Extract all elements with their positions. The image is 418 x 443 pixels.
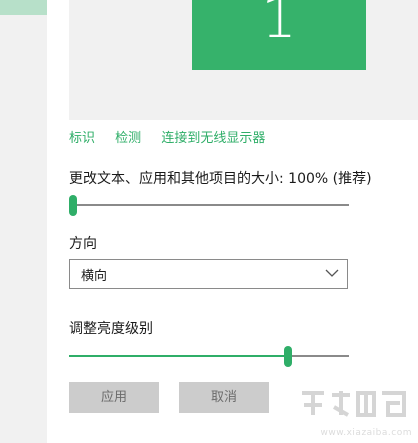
brightness-label: 调整亮度级别: [69, 321, 153, 337]
detect-link[interactable]: 检测: [115, 131, 141, 146]
scale-label: 更改文本、应用和其他项目的大小: 100% (推荐): [69, 171, 372, 187]
scale-slider-rail: [69, 204, 349, 206]
display-links: 标识 检测 连接到无线显示器: [69, 127, 281, 146]
display-preview: 1: [69, 0, 418, 120]
brightness-slider-fill: [69, 355, 288, 357]
apply-button[interactable]: 应用: [69, 382, 159, 413]
orientation-dropdown[interactable]: 横向: [69, 259, 348, 289]
watermark-text: www.xiazaiba.com: [320, 428, 412, 438]
site-watermark: www.xiazaiba.com: [296, 385, 414, 441]
monitor-number: 1: [261, 0, 297, 51]
orientation-label: 方向: [69, 236, 97, 252]
identify-link[interactable]: 标识: [69, 131, 95, 146]
scale-slider[interactable]: [69, 195, 349, 216]
cancel-button[interactable]: 取消: [179, 382, 269, 413]
connect-wireless-display-link[interactable]: 连接到无线显示器: [161, 131, 265, 146]
brightness-slider-thumb[interactable]: [283, 346, 292, 367]
monitor-tile[interactable]: 1: [192, 0, 366, 70]
orientation-selected-value: 横向: [81, 269, 108, 284]
left-nav-selected-item[interactable]: [0, 0, 47, 15]
chevron-down-icon: [325, 269, 339, 277]
scale-slider-thumb[interactable]: [69, 195, 77, 216]
left-nav-strip: [0, 0, 47, 443]
brightness-slider[interactable]: [69, 346, 349, 367]
